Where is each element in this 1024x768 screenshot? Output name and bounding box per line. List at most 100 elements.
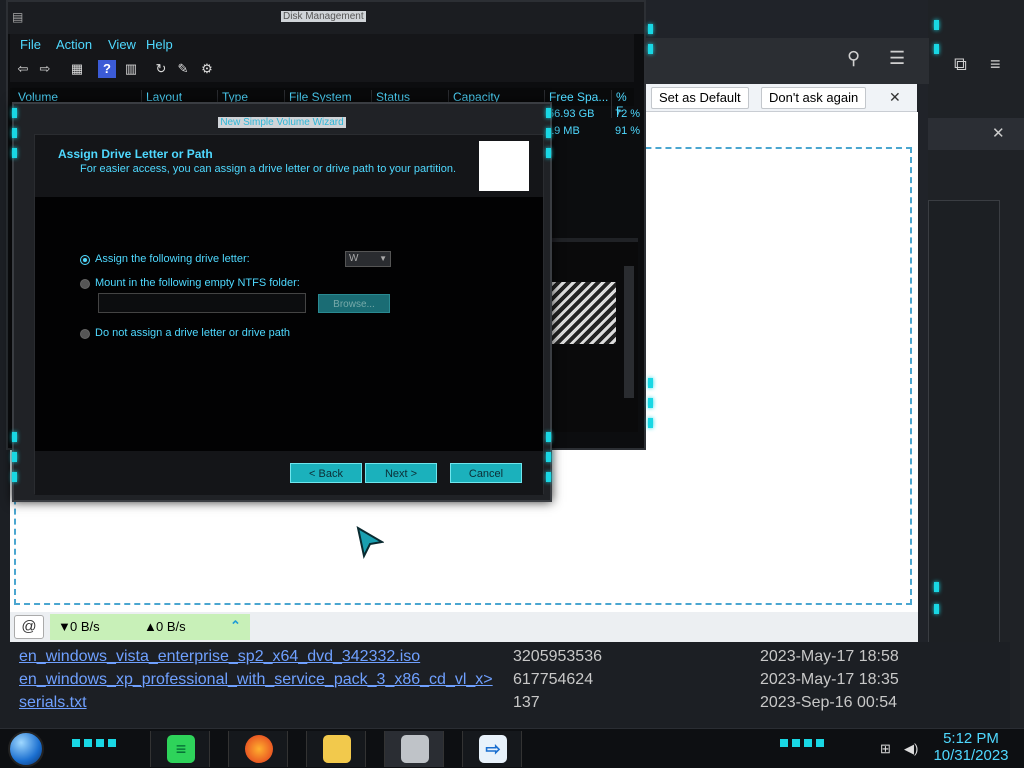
chevron-up-icon[interactable]: ⌃ [230, 618, 241, 634]
network-icon[interactable]: ⊞ [880, 741, 891, 757]
default-browser-infobar: Set as Default Don't ask again ✕ [637, 84, 917, 112]
menu-file[interactable]: File [20, 37, 41, 52]
frame-accent [12, 432, 17, 442]
snail-icon[interactable]: @ [14, 615, 44, 639]
wizard-heading: Assign Drive Letter or Path [58, 147, 213, 161]
back-arrow-icon[interactable]: ⇦ [14, 60, 32, 78]
frame-accent [12, 148, 17, 158]
file-name[interactable]: en_windows_vista_enterprise_sp2_x64_dvd_… [19, 648, 420, 666]
background-panel [928, 200, 1000, 710]
taskbar-app-notes[interactable]: ≡ [150, 731, 210, 767]
no-assign-label[interactable]: Do not assign a drive letter or drive pa… [95, 327, 290, 339]
wizard-header: Assign Drive Letter or Path For easier a… [35, 135, 543, 197]
browse-button[interactable]: Browse... [318, 294, 390, 313]
mount-folder-label[interactable]: Mount in the following empty NTFS folder… [95, 277, 300, 289]
title-bar[interactable]: New Simple Volume Wizard [14, 112, 550, 128]
frame-accent [648, 44, 653, 54]
upload-speed: 0 B/s [156, 619, 186, 634]
file-date: 2023-May-17 18:58 [760, 648, 899, 665]
percent-free-cell: 91 % [615, 125, 641, 137]
wizard-footer: < Back Next > Cancel [35, 451, 543, 495]
free-space-cell: 56.93 GB [548, 108, 595, 120]
list-item[interactable]: en_windows_vista_enterprise_sp2_x64_dvd_… [0, 648, 1010, 671]
file-size: 137 [513, 694, 540, 711]
list-item[interactable]: en_windows_xp_professional_with_service_… [0, 671, 1010, 694]
forward-arrow-icon[interactable]: ⇨ [36, 60, 54, 78]
transfer-icon: ⇨ [479, 735, 507, 763]
set-default-button[interactable]: Set as Default [651, 87, 749, 109]
volume-icon[interactable]: ◀) [904, 741, 918, 757]
background-tab[interactable]: ✕ [928, 118, 1024, 150]
taskbar: ≡ ⇨ ⊞ ◀) 5:12 PM 10/31/2023 [0, 728, 1024, 768]
menu-bar: File Action View Help [10, 34, 634, 56]
status-bar: @ ▼ 0 B/s ▲ 0 B/s ⌃ [10, 612, 918, 642]
taskbar-app-disk-management[interactable] [384, 731, 444, 767]
folder-path-input[interactable] [98, 293, 306, 313]
chevron-down-icon: ▼ [379, 254, 387, 263]
vertical-scrollbar[interactable] [624, 266, 634, 398]
firefox-icon [245, 735, 273, 763]
list-item[interactable]: serials.txt 137 2023-Sep-16 00:54 [0, 694, 1010, 717]
folder-icon [323, 735, 351, 763]
frame-accent [648, 378, 653, 388]
next-button[interactable]: Next > [365, 463, 437, 483]
menu-view[interactable]: View [108, 37, 136, 52]
frame-accent [546, 148, 551, 158]
extensions-icon[interactable]: ⧉ [954, 54, 967, 75]
help-icon[interactable]: ? [98, 60, 116, 78]
file-name[interactable]: en_windows_xp_professional_with_service_… [19, 671, 493, 689]
cancel-button[interactable]: Cancel [450, 463, 522, 483]
unallocated-partition[interactable] [552, 282, 616, 344]
taskbar-app-file-explorer[interactable] [306, 731, 366, 767]
frame-accent [934, 20, 939, 30]
menu-icon[interactable]: ≡ [990, 54, 1001, 75]
frame-accent [934, 582, 939, 592]
upload-arrow-icon: ▲ [144, 619, 157, 634]
search-icon[interactable]: ⚲ [847, 48, 860, 69]
drive-letter-value: W [349, 253, 359, 264]
menu-action[interactable]: Action [56, 37, 92, 52]
frame-accent [12, 128, 17, 138]
frame-accent [546, 432, 551, 442]
taskbar-app-firefox[interactable] [228, 731, 288, 767]
drive-letter-select[interactable]: W ▼ [345, 251, 391, 267]
close-icon[interactable]: ✕ [889, 89, 901, 106]
assign-letter-radio[interactable] [80, 255, 90, 265]
settings-icon[interactable]: ⚙ [198, 60, 216, 78]
frame-accent [546, 452, 551, 462]
wizard-body: Assign Drive Letter or Path For easier a… [34, 134, 544, 495]
column-header[interactable]: Free Spa... [544, 90, 608, 104]
disk-icon: ▤ [12, 10, 24, 24]
back-button[interactable]: < Back [290, 463, 362, 483]
taskbar-app-transfer[interactable]: ⇨ [462, 731, 522, 767]
file-size: 3205953536 [513, 648, 602, 665]
clock[interactable]: 5:12 PM 10/31/2023 [926, 729, 1016, 768]
file-name[interactable]: serials.txt [19, 694, 87, 712]
dont-ask-button[interactable]: Don't ask again [761, 87, 867, 109]
app-menu-icon[interactable]: ☰ [889, 48, 905, 69]
file-size: 617754624 [513, 671, 594, 688]
wizard-subheading: For easier access, you can assign a driv… [80, 163, 457, 175]
frame-accent [648, 24, 653, 34]
frame-accent [648, 418, 653, 428]
assign-letter-label[interactable]: Assign the following drive letter: [95, 253, 250, 265]
frame-accent [12, 452, 17, 462]
frame-accent [934, 44, 939, 54]
close-icon[interactable]: ✕ [992, 124, 1005, 142]
start-button[interactable] [8, 731, 44, 767]
frame-accent [546, 472, 551, 482]
wizard-title: New Simple Volume Wizard [218, 117, 346, 128]
refresh-icon[interactable]: ↻ [152, 60, 170, 78]
frame-accent [934, 604, 939, 614]
console-icon[interactable]: ▦ [68, 60, 86, 78]
frame-accent [546, 108, 551, 118]
mouse-cursor-icon [356, 526, 384, 559]
background-window: ⧉ ≡ ✕ [928, 0, 1024, 728]
taskbar-accent [780, 739, 824, 747]
no-assign-radio[interactable] [80, 329, 90, 339]
mount-folder-radio[interactable] [80, 279, 90, 289]
edit-icon[interactable]: ✎ [174, 60, 192, 78]
properties-icon[interactable]: ▥ [122, 60, 140, 78]
title-bar[interactable]: ▤ Disk Management [8, 2, 644, 34]
menu-help[interactable]: Help [146, 37, 173, 52]
